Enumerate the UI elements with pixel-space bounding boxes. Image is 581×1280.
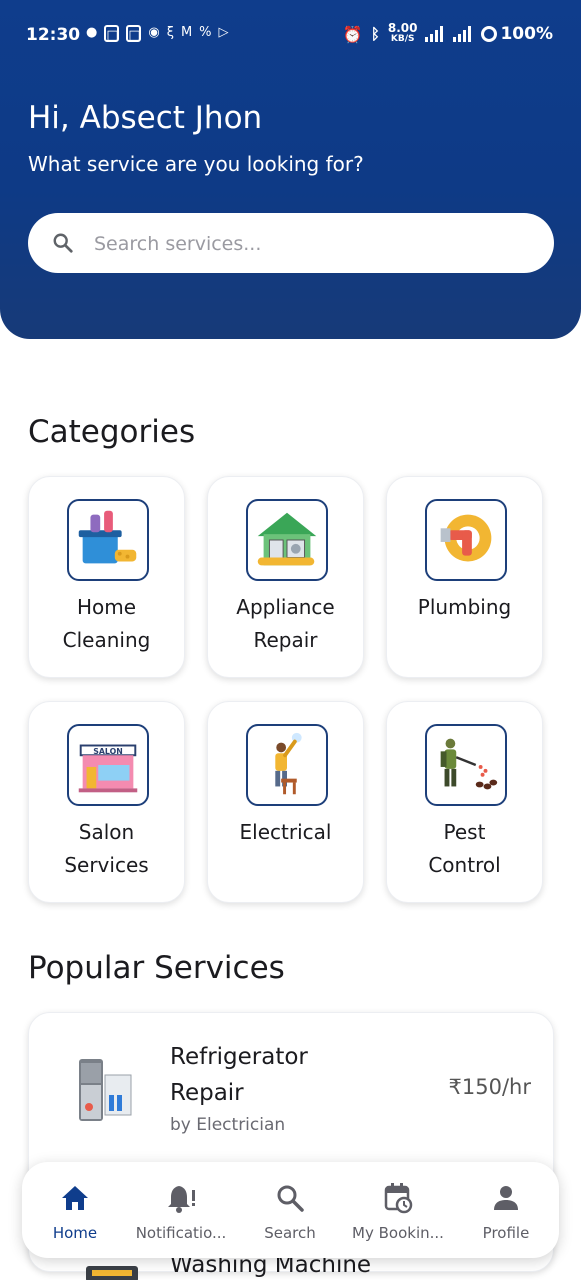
nav-label: My Bookin... — [352, 1224, 444, 1242]
nav-my-bookings[interactable]: My Bookin... — [346, 1182, 450, 1242]
percent-icon: % — [199, 25, 212, 40]
battery-icon — [481, 26, 498, 42]
home-cleaning-icon — [67, 499, 149, 581]
electrical-icon — [246, 724, 328, 806]
battery-level: 100% — [500, 24, 553, 44]
category-label-line: Electrical — [239, 820, 332, 844]
salon-sign-text: SALON — [93, 747, 123, 756]
bottom-navigation: Home Notificatio... Search My Bookin... — [22, 1162, 559, 1258]
salon-icon: SALON — [67, 724, 149, 806]
category-label-line: Appliance — [236, 595, 335, 619]
greeting: Hi, Absect Jhon — [28, 100, 263, 136]
nav-label: Profile — [482, 1224, 530, 1242]
chat-bubble-icon: ● — [86, 25, 98, 40]
search-icon — [53, 233, 73, 253]
category-label-line: Salon — [78, 820, 135, 844]
service-price: ₹150/hr — [448, 1075, 531, 1099]
gmail-icon: M — [180, 25, 193, 40]
service-name-line: Repair — [170, 1080, 244, 1106]
popular-services-title: Popular Services — [28, 950, 285, 986]
network-speed-unit: KB/S — [390, 34, 415, 44]
category-label: Home Cleaning — [35, 591, 178, 657]
navigation-icon: ◉ — [148, 25, 160, 40]
bell-alert-icon — [168, 1186, 195, 1213]
category-label-line: Cleaning — [62, 628, 151, 652]
network-speed-value: 8.00 — [387, 21, 418, 35]
category-label-line: Repair — [253, 628, 318, 652]
search-input[interactable] — [92, 223, 536, 265]
category-label-line: Pest — [443, 820, 486, 844]
plumbing-icon — [425, 499, 507, 581]
app-notification-icon: □ — [126, 24, 142, 43]
nav-notifications[interactable]: Notificatio... — [129, 1182, 233, 1242]
service-name-line: Refrigerator — [170, 1044, 308, 1070]
category-label: Plumbing — [393, 591, 536, 624]
app-notification-icon: □ — [104, 24, 120, 43]
category-label-line: Control — [428, 853, 501, 877]
category-label-line: Home — [76, 595, 137, 619]
greeting-subtitle: What service are you looking for? — [28, 152, 364, 176]
category-plumbing[interactable]: Plumbing — [386, 476, 543, 678]
category-salon-services[interactable]: SALON Salon Services — [28, 701, 185, 903]
nav-label: Search — [264, 1224, 316, 1242]
system-icons: ⏰ ᛒ 8.00 KB/S 100% — [342, 21, 553, 44]
header-banner: 12:30 ● □ □ ◉ ξ M % ▷ ⏰ ᛒ 8.00 KB/S 100%… — [0, 0, 581, 339]
search-icon — [277, 1185, 304, 1212]
person-icon — [494, 1186, 518, 1210]
home-icon — [62, 1186, 88, 1210]
service-provider: by Electrician — [170, 1115, 286, 1135]
nav-label: Notificatio... — [135, 1224, 227, 1242]
category-pest-control[interactable]: Pest Control — [386, 701, 543, 903]
category-label: Salon Services — [35, 816, 178, 882]
category-label: Appliance Repair — [214, 591, 357, 657]
brand-notification-icon: ξ — [166, 25, 174, 40]
category-label-line: Services — [64, 853, 149, 877]
categories-title: Categories — [28, 414, 196, 450]
category-appliance-repair[interactable]: Appliance Repair — [207, 476, 364, 678]
alarm-icon: ⏰ — [342, 24, 363, 44]
pest-control-icon — [425, 724, 507, 806]
nav-home[interactable]: Home — [23, 1182, 127, 1242]
signal-icon — [453, 26, 473, 42]
status-time: 12:30 — [26, 25, 81, 45]
bluetooth-icon: ᛒ — [370, 25, 380, 43]
service-name: Refrigerator Repair — [170, 1039, 370, 1111]
nav-label: Home — [52, 1224, 98, 1242]
play-store-icon: ▷ — [218, 25, 229, 40]
category-home-cleaning[interactable]: Home Cleaning — [28, 476, 185, 678]
status-bar: 12:30 ● □ □ ◉ ξ M % ▷ ⏰ ᛒ 8.00 KB/S 100% — [26, 18, 553, 52]
appliance-repair-icon — [246, 499, 328, 581]
washing-machine-icon — [86, 1266, 138, 1280]
signal-icon — [425, 26, 445, 42]
category-label-line: Plumbing — [417, 595, 512, 619]
calendar-clock-icon — [384, 1183, 413, 1214]
refrigerator-icon — [79, 1059, 132, 1121]
search-bar[interactable] — [28, 213, 554, 273]
category-electrical[interactable]: Electrical — [207, 701, 364, 903]
nav-search[interactable]: Search — [238, 1182, 342, 1242]
network-speed: 8.00 KB/S — [387, 21, 418, 44]
category-label: Electrical — [214, 816, 357, 849]
notification-icons: ● □ □ ◉ ξ M % ▷ — [86, 24, 229, 43]
nav-profile[interactable]: Profile — [454, 1182, 558, 1242]
category-label: Pest Control — [393, 816, 536, 882]
